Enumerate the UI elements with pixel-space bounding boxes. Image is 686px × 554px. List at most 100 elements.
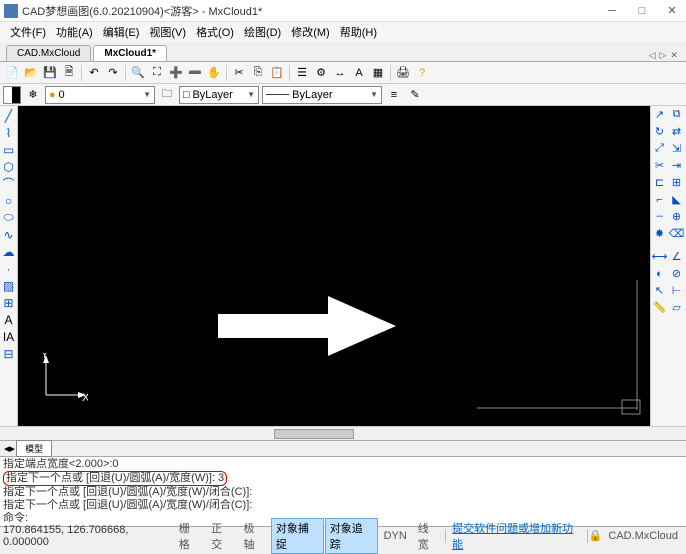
h-scrollbar[interactable] xyxy=(0,426,686,440)
point-icon[interactable]: · xyxy=(1,261,16,276)
rotate-icon[interactable]: ↻ xyxy=(651,123,668,140)
close-button[interactable]: ✕ xyxy=(666,5,678,17)
dim-ang-icon[interactable]: ∠ xyxy=(668,248,685,265)
maximize-button[interactable]: □ xyxy=(636,5,648,17)
fillet-icon[interactable]: ⌐ xyxy=(651,191,668,208)
extend-icon[interactable]: ⇥ xyxy=(668,157,685,174)
pan-icon[interactable]: ✋ xyxy=(205,64,223,82)
saveas-icon[interactable]: 🗎 xyxy=(60,64,78,82)
color-swatch[interactable] xyxy=(3,86,21,104)
save-icon[interactable]: 💾 xyxy=(41,64,59,82)
polyline-icon[interactable]: ⌇ xyxy=(1,125,16,140)
new-icon[interactable]: 📄 xyxy=(3,64,21,82)
array-icon[interactable]: ⊞ xyxy=(668,174,685,191)
layer-state-icon[interactable]: ❄ xyxy=(24,86,42,104)
command-area[interactable]: 指定端点宽度<2.000>:0 指定下一个点或 [回退(U)/圆弧(A)/宽度(… xyxy=(0,456,686,526)
dim-icon[interactable]: ↔ xyxy=(331,64,349,82)
dim-lin-icon[interactable]: ⟷ xyxy=(651,248,668,265)
footer-lock-icon[interactable]: 🔒 xyxy=(589,529,603,542)
text-icon[interactable]: A xyxy=(350,64,368,82)
dim-cont-icon[interactable]: ⊢ xyxy=(668,282,685,299)
menu-modify[interactable]: 修改(M) xyxy=(287,22,334,42)
zoom-out-icon[interactable]: ➖ xyxy=(186,64,204,82)
hatch-icon[interactable]: ▨ xyxy=(1,278,16,293)
cloud-icon[interactable]: ☁ xyxy=(1,244,16,259)
polar-toggle[interactable]: 极轴 xyxy=(239,518,270,554)
otrack-toggle[interactable]: 对象追踪 xyxy=(325,518,378,554)
undo-icon[interactable]: ↶ xyxy=(85,64,103,82)
tab-prev-icon[interactable]: ◁ xyxy=(647,50,658,61)
text-a-icon[interactable]: A xyxy=(1,312,16,327)
move-icon[interactable]: ↗ xyxy=(651,106,668,123)
btab-next-icon[interactable]: ▸ xyxy=(10,442,16,455)
dim-rad-icon[interactable]: ◐ xyxy=(651,265,668,282)
osnap-toggle[interactable]: 对象捕捉 xyxy=(271,518,324,554)
measure-icon[interactable]: 📏 xyxy=(651,299,668,316)
chamfer-icon[interactable]: ◣ xyxy=(668,191,685,208)
copy-icon[interactable]: ⎘ xyxy=(249,64,267,82)
rect-icon[interactable]: ▭ xyxy=(1,142,16,157)
props-icon[interactable]: ⚙ xyxy=(312,64,330,82)
circle-icon[interactable]: ○ xyxy=(1,193,16,208)
insert-icon[interactable]: ⊞ xyxy=(1,295,16,310)
explode-icon[interactable]: ✸ xyxy=(651,225,668,242)
menu-view[interactable]: 视图(V) xyxy=(145,22,190,42)
linetype-dropdown[interactable]: ─── ByLayer▼ xyxy=(262,86,382,104)
line-icon[interactable]: ╱ xyxy=(1,108,16,123)
dyn-toggle[interactable]: DYN xyxy=(379,528,412,544)
dim-dia-icon[interactable]: ⊘ xyxy=(668,265,685,282)
scale-icon[interactable]: ⤢ xyxy=(651,140,668,157)
help-icon[interactable]: ? xyxy=(413,64,431,82)
copy2-icon[interactable]: ⧉ xyxy=(668,106,685,123)
ellipse-icon[interactable]: ⬭ xyxy=(1,210,16,225)
layer-manager-icon[interactable]: 🗀 xyxy=(158,86,176,104)
grid-toggle[interactable]: 栅格 xyxy=(174,518,205,554)
mtext-icon[interactable]: IA xyxy=(1,329,16,344)
open-icon[interactable]: 📂 xyxy=(22,64,40,82)
area-icon[interactable]: ▱ xyxy=(668,299,685,316)
tab-cadmxcloud[interactable]: CAD.MxCloud xyxy=(6,45,91,61)
lineweight-icon[interactable]: ≡ xyxy=(385,86,403,104)
cut-icon[interactable]: ✂ xyxy=(230,64,248,82)
tab-next-icon[interactable]: ▷ xyxy=(658,50,669,61)
color-dropdown[interactable]: □ ByLayer▼ xyxy=(179,86,259,104)
menu-format[interactable]: 格式(O) xyxy=(192,22,238,42)
layers-icon[interactable]: ☰ xyxy=(293,64,311,82)
trim-icon[interactable]: ✂ xyxy=(651,157,668,174)
paste-icon[interactable]: 📋 xyxy=(268,64,286,82)
polygon-icon[interactable]: ⬡ xyxy=(1,159,16,174)
stretch-icon[interactable]: ⇲ xyxy=(668,140,685,157)
break-icon[interactable]: ╌ xyxy=(651,208,668,225)
zoom-window-icon[interactable]: 🔍 xyxy=(129,64,147,82)
join-icon[interactable]: ⊕ xyxy=(668,208,685,225)
menu-help[interactable]: 帮助(H) xyxy=(336,22,381,42)
menu-edit[interactable]: 编辑(E) xyxy=(99,22,144,42)
menu-draw[interactable]: 绘图(D) xyxy=(240,22,285,42)
menu-file[interactable]: 文件(F) xyxy=(6,22,50,42)
zoom-extents-icon[interactable]: ⛶ xyxy=(148,64,166,82)
minimize-button[interactable]: ─ xyxy=(606,5,618,17)
print-icon[interactable]: 🖨 xyxy=(394,64,412,82)
spline-icon[interactable]: ∿ xyxy=(1,227,16,242)
ortho-toggle[interactable]: 正交 xyxy=(206,518,237,554)
feedback-link[interactable]: 提交软件问题或增加新功能 xyxy=(447,518,585,554)
brush-icon[interactable]: ✎ xyxy=(406,86,424,104)
block-icon[interactable]: ▦ xyxy=(369,64,387,82)
offset-icon[interactable]: ⊏ xyxy=(651,174,668,191)
drawing-canvas[interactable]: Y X xyxy=(18,106,650,426)
lineweight-toggle[interactable]: 线宽 xyxy=(413,518,444,554)
zoom-in-icon[interactable]: ➕ xyxy=(167,64,185,82)
arc-icon[interactable]: ⌒ xyxy=(1,176,16,191)
table-icon[interactable]: ⊟ xyxy=(1,346,16,361)
menu-func[interactable]: 功能(A) xyxy=(52,22,97,42)
model-tab[interactable]: 模型 xyxy=(16,440,52,457)
redo-icon[interactable]: ↷ xyxy=(104,64,122,82)
layer-dropdown[interactable]: ● 0▼ xyxy=(45,86,155,104)
tab-close-icon[interactable]: ✕ xyxy=(668,50,680,61)
leader-icon[interactable]: ↖ xyxy=(651,282,668,299)
doc-tab-bar: CAD.MxCloud MxCloud1* ◁ ▷ ✕ xyxy=(0,42,686,62)
tab-mxcloud1[interactable]: MxCloud1* xyxy=(93,45,167,61)
erase-icon[interactable]: ⌫ xyxy=(668,225,685,242)
mirror-icon[interactable]: ⇄ xyxy=(668,123,685,140)
aux-drawing xyxy=(472,280,642,420)
